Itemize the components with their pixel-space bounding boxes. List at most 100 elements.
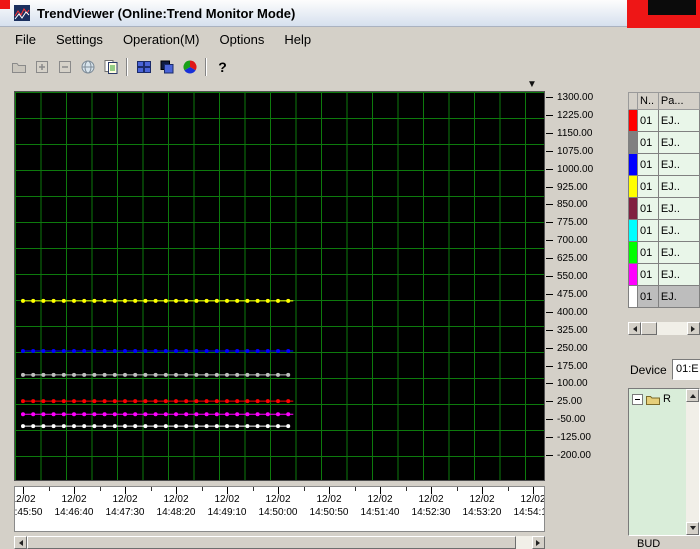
y-axis-tick (546, 186, 553, 188)
y-axis-tick (546, 419, 553, 421)
y-axis-label: 700.00 (557, 235, 588, 247)
y-axis-label: 1300.00 (557, 92, 594, 103)
tile-windows-button[interactable] (132, 56, 155, 78)
legend-row[interactable]: 01 EJ.. (627, 153, 700, 176)
y-axis-label: -50.00 (557, 414, 586, 426)
menu-settings[interactable]: Settings (46, 29, 113, 51)
pen-color-swatch (627, 219, 639, 242)
y-axis-tick (546, 383, 553, 385)
pen-color-swatch (627, 241, 639, 264)
chart-hscroll-thumb[interactable] (27, 536, 516, 549)
x-axis-tick (201, 487, 203, 491)
menu-help[interactable]: Help (274, 29, 321, 51)
legend-hscrollbar (628, 322, 700, 335)
x-axis-tick (74, 487, 75, 494)
y-axis-tick (546, 240, 553, 242)
x-axis-tick (125, 487, 126, 494)
zoom-out-button[interactable] (53, 56, 76, 78)
tree-node-root[interactable]: R (632, 393, 671, 405)
x-axis-date-label: 12/02 (214, 494, 240, 505)
y-axis-label: -200.00 (557, 450, 591, 461)
legend-scroll-right-button[interactable] (687, 322, 700, 335)
device-select-value: 01:E (676, 363, 699, 375)
x-axis-date-label: 12/02 (367, 494, 393, 505)
legend-hscroll-track[interactable] (641, 322, 687, 335)
zoom-in-button[interactable] (30, 56, 53, 78)
help-icon: ? (218, 59, 227, 75)
left-arrow-icon (16, 539, 23, 546)
legend-row[interactable]: 01 EJ.. (627, 175, 700, 198)
x-axis: 12/02 14:45:50 12/02 14:46:40 12/02 14:47:30 1… (14, 486, 545, 532)
x-axis-time-label: 14:52:30 (411, 507, 451, 518)
legend-row[interactable]: 01 EJ.. (627, 131, 700, 154)
y-axis-tick (546, 150, 553, 152)
y-axis-label: 325.00 (557, 324, 588, 336)
pen-parameter: EJ.. (657, 131, 700, 154)
y-axis-label: 25.00 (557, 396, 583, 408)
y-axis-label: 1150.00 (557, 127, 593, 139)
trend-plot[interactable] (14, 91, 545, 481)
trend-pen-silver (21, 372, 291, 377)
cascade-windows-button[interactable] (155, 56, 178, 78)
x-axis-tick (303, 487, 305, 491)
pen-color-swatch (627, 153, 639, 176)
x-axis-time-label: 14:47:30 (105, 507, 145, 518)
pen-color-swatch (627, 285, 639, 308)
right-arrow-icon (691, 325, 698, 332)
y-axis-label: 625.00 (557, 253, 588, 265)
legend-row[interactable]: 01 EJ.. (627, 109, 700, 132)
parameter-column-header: Pa... (657, 92, 700, 110)
pen-number: 01 (637, 285, 659, 308)
scroll-right-button[interactable] (532, 536, 545, 549)
pen-parameter: EJ.. (657, 219, 700, 242)
y-axis-label: 100.00 (557, 378, 588, 390)
legend-header-row: N.. Pa... (627, 92, 700, 110)
x-axis-date-label: 12/02 (112, 494, 138, 505)
legend-row[interactable]: 01 EJ. (627, 285, 700, 308)
title-bar[interactable]: TrendViewer (Online:Trend Monitor Mode) (0, 0, 627, 27)
pen-parameter: EJ.. (657, 109, 700, 132)
x-axis-tick (252, 487, 254, 491)
background-window-fragment (648, 0, 696, 15)
globe-button[interactable] (76, 56, 99, 78)
legend-row[interactable]: 01 EJ.. (627, 197, 700, 220)
color-settings-button[interactable] (178, 56, 201, 78)
menu-options[interactable]: Options (210, 29, 275, 51)
y-axis-label: 1225.00 (557, 109, 594, 121)
toolbar-separator (126, 58, 128, 76)
chart-hscroll-track[interactable] (27, 536, 532, 549)
legend-row[interactable]: 01 EJ.. (627, 219, 700, 242)
x-axis-tick (48, 487, 50, 491)
y-axis-tick (546, 401, 553, 403)
device-select[interactable]: 01:E (672, 359, 700, 380)
tree-vscroll-track[interactable] (686, 402, 699, 522)
open-folder-button[interactable] (7, 56, 30, 78)
copy-trend-icon (104, 60, 117, 74)
x-axis-tick (329, 487, 330, 494)
pen-color-swatch (627, 263, 639, 286)
y-axis-label: 775.00 (557, 217, 588, 229)
pen-parameter: EJ.. (657, 197, 700, 220)
y-axis-tick (546, 365, 553, 367)
legend-row[interactable]: 01 EJ.. (627, 263, 700, 286)
scroll-left-button[interactable] (14, 536, 27, 549)
right-arrow-icon (536, 539, 543, 546)
y-axis-label: -125.00 (557, 432, 591, 444)
tree-collapse-icon[interactable] (632, 393, 643, 405)
x-axis-tick (533, 487, 534, 494)
copy-trend-button[interactable] (99, 56, 122, 78)
left-arrow-icon (630, 325, 637, 332)
help-button[interactable]: ? (211, 56, 234, 78)
menu-operationm[interactable]: Operation(M) (113, 29, 210, 51)
legend-hscroll-thumb[interactable] (641, 322, 657, 335)
scroll-up-button[interactable] (686, 389, 699, 402)
scroll-down-button[interactable] (686, 522, 699, 535)
time-cursor-marker[interactable]: ▼ (527, 79, 537, 90)
x-axis-time-label: 14:45:50 (14, 507, 43, 518)
zoom-out-icon (58, 61, 71, 73)
legend-scroll-left-button[interactable] (628, 322, 641, 335)
legend-row[interactable]: 01 EJ.. (627, 241, 700, 264)
menu-file[interactable]: File (5, 29, 46, 51)
toolbar: ? (0, 52, 700, 82)
trend-pen-magenta (21, 412, 294, 417)
